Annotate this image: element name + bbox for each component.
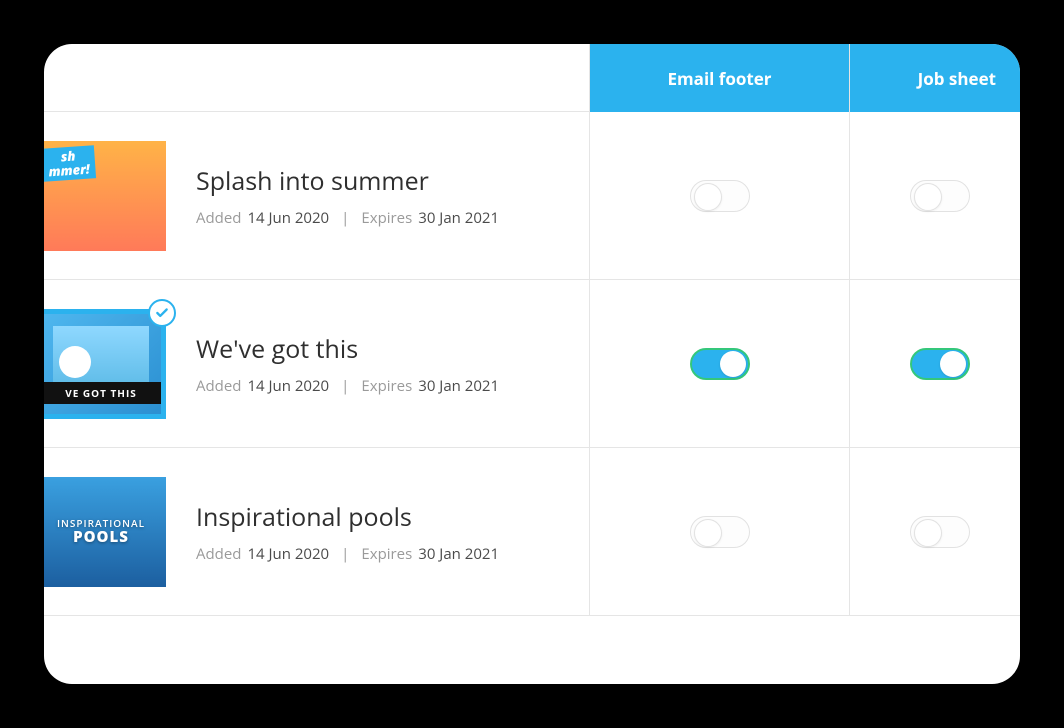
expires-date: 30 Jan 2021	[418, 208, 499, 228]
toggle-cell-email-footer	[589, 448, 849, 615]
column-header-email-footer: Email footer	[589, 44, 849, 112]
table-header: Email footer Job sheet	[44, 44, 1020, 112]
added-label: Added	[196, 208, 241, 228]
email-footer-toggle[interactable]	[690, 516, 750, 548]
asset-meta: Added 14 Jun 2020 | Expires 30 Jan 2021	[196, 376, 499, 396]
asset-thumbnail[interactable]: VE GOT THIS	[44, 309, 166, 419]
thumbnail-caption: VE GOT THIS	[44, 382, 161, 404]
toggle-cell-email-footer	[589, 112, 849, 279]
job-sheet-toggle[interactable]	[910, 180, 970, 212]
toggle-cell-job-sheet	[849, 112, 1020, 279]
meta-separator: |	[335, 208, 355, 228]
expires-label: Expires	[361, 208, 412, 228]
asset-thumbnail[interactable]: sh mmer!	[44, 141, 166, 251]
asset-thumbnail[interactable]: INSPIRATIONAL POOLS	[44, 477, 166, 587]
expires-label: Expires	[361, 376, 412, 396]
thumbnail-image: INSPIRATIONAL POOLS	[44, 477, 166, 587]
expires-label: Expires	[361, 544, 412, 564]
asset-cell: INSPIRATIONAL POOLS Inspirational pools …	[44, 448, 589, 615]
added-date: 14 Jun 2020	[247, 208, 329, 228]
job-sheet-toggle[interactable]	[910, 516, 970, 548]
table-row: VE GOT THIS We've got this Added 14 Jun …	[44, 280, 1020, 448]
added-label: Added	[196, 544, 241, 564]
toggle-cell-job-sheet	[849, 280, 1020, 447]
asset-title: We've got this	[196, 332, 499, 366]
settings-card: Email footer Job sheet sh mmer! Splash i…	[44, 44, 1020, 684]
meta-separator: |	[335, 376, 355, 396]
meta-separator: |	[335, 544, 355, 564]
table-row: sh mmer! Splash into summer Added 14 Jun…	[44, 112, 1020, 280]
thumbnail-image: VE GOT THIS	[44, 309, 166, 419]
email-footer-toggle[interactable]	[690, 180, 750, 212]
thumbnail-caption: INSPIRATIONAL POOLS	[57, 518, 145, 546]
toggle-cell-job-sheet	[849, 448, 1020, 615]
expires-date: 30 Jan 2021	[418, 376, 499, 396]
added-date: 14 Jun 2020	[247, 544, 329, 564]
expires-date: 30 Jan 2021	[418, 544, 499, 564]
added-date: 14 Jun 2020	[247, 376, 329, 396]
job-sheet-toggle[interactable]	[910, 348, 970, 380]
toggle-cell-email-footer	[589, 280, 849, 447]
table-row: INSPIRATIONAL POOLS Inspirational pools …	[44, 448, 1020, 616]
asset-cell: sh mmer! Splash into summer Added 14 Jun…	[44, 112, 589, 279]
asset-meta: Added 14 Jun 2020 | Expires 30 Jan 2021	[196, 544, 499, 564]
email-footer-toggle[interactable]	[690, 348, 750, 380]
asset-title: Splash into summer	[196, 164, 499, 198]
header-spacer	[44, 44, 589, 112]
column-header-job-sheet: Job sheet	[849, 44, 1020, 112]
asset-title: Inspirational pools	[196, 500, 499, 534]
asset-meta: Added 14 Jun 2020 | Expires 30 Jan 2021	[196, 208, 499, 228]
added-label: Added	[196, 376, 241, 396]
selected-check-icon	[148, 299, 176, 327]
thumbnail-image: sh mmer!	[44, 141, 166, 251]
asset-cell: VE GOT THIS We've got this Added 14 Jun …	[44, 280, 589, 447]
thumbnail-overlay-text: sh mmer!	[44, 145, 96, 181]
